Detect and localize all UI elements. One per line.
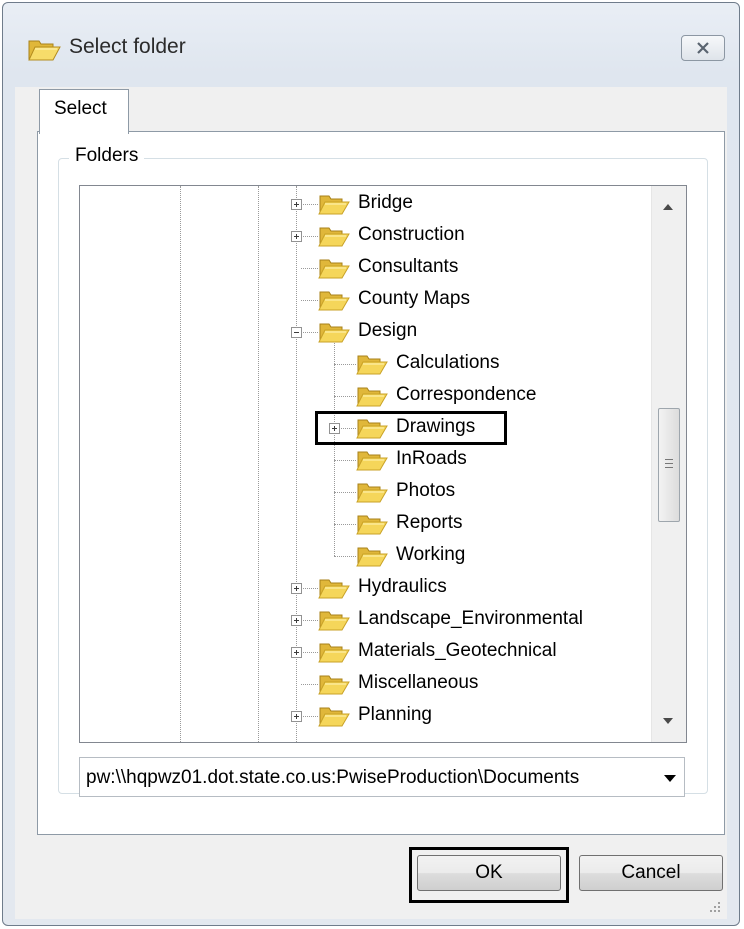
resize-grip-icon[interactable] [709, 901, 721, 913]
tree-item-label[interactable]: Bridge [358, 192, 413, 214]
tree-scrollbar[interactable] [651, 186, 686, 742]
folders-group: Folders Bridge Construction Consultants Cou… [58, 145, 708, 797]
tree-item-label[interactable]: Working [396, 544, 465, 566]
tree-guide-line [258, 186, 259, 742]
tree-guide-line [301, 332, 318, 333]
scroll-up-arrow-icon[interactable] [663, 204, 673, 210]
folder-icon [318, 704, 350, 728]
tree-item-label[interactable]: Reports [396, 512, 463, 534]
ok-button[interactable]: OK [417, 855, 561, 891]
tab-panel: Folders Bridge Construction Consultants Cou… [37, 131, 725, 835]
tree-item-label[interactable]: Correspondence [396, 384, 536, 406]
tab-select-label: Select [54, 98, 107, 119]
tab-select[interactable]: Select [39, 89, 129, 134]
folder-path-value: pw:\\hqpwz01.dot.state.co.us:PwiseProduc… [86, 767, 580, 788]
title-bar[interactable]: Select folder [3, 3, 739, 87]
folder-icon [318, 320, 350, 344]
expand-plus-icon[interactable] [291, 615, 302, 626]
tree-item-label[interactable]: Landscape_Environmental [358, 608, 583, 630]
tree-guide-line [301, 716, 318, 717]
folder-icon [356, 512, 388, 536]
tree-guide-line [301, 684, 318, 685]
collapse-minus-icon[interactable] [291, 327, 302, 338]
tree-guide-line [180, 186, 181, 742]
tree-guide-line [334, 492, 356, 493]
expand-plus-icon[interactable] [291, 231, 302, 242]
tree-guide-line [301, 268, 318, 269]
cancel-button[interactable]: Cancel [579, 855, 723, 891]
close-icon [697, 42, 709, 54]
folders-legend: Folders [69, 145, 145, 167]
folder-icon [356, 448, 388, 472]
tree-item-label[interactable]: Consultants [358, 256, 458, 278]
dialog-body: Select Folders Bridge Construction Consult… [15, 87, 727, 919]
folder-path-combobox[interactable]: pw:\\hqpwz01.dot.state.co.us:PwiseProduc… [79, 757, 685, 797]
folder-icon [318, 192, 350, 216]
tree-guide-line [334, 556, 356, 557]
grip-line [665, 467, 673, 468]
grip-line [665, 463, 673, 464]
expand-plus-icon[interactable] [291, 711, 302, 722]
expand-plus-icon[interactable] [291, 647, 302, 658]
grip-line [665, 459, 673, 460]
folder-icon [318, 288, 350, 312]
folder-icon [318, 576, 350, 600]
folder-icon [318, 256, 350, 280]
tree-guide-line [301, 204, 318, 205]
tree-guide-line [334, 524, 356, 525]
expand-plus-icon[interactable] [291, 583, 302, 594]
tree-item-label[interactable]: Miscellaneous [358, 672, 478, 694]
tree-item-label[interactable]: Planning [358, 704, 432, 726]
select-folder-dialog: Select folder Select Folders Bridge Const… [2, 2, 740, 926]
close-button[interactable] [681, 35, 725, 61]
tree-item-label[interactable]: Hydraulics [358, 576, 447, 598]
folder-tree[interactable]: Bridge Construction Consultants County Maps… [79, 185, 687, 743]
tree-guide-line [301, 300, 318, 301]
folder-icon [356, 544, 388, 568]
tree-guide-line [334, 364, 356, 365]
tree-guide-line [301, 620, 318, 621]
folder-icon [356, 352, 388, 376]
tree-item-label[interactable]: Design [358, 320, 417, 342]
tree-item-label[interactable]: Calculations [396, 352, 500, 374]
folder-icon [28, 40, 61, 61]
tree-item-label[interactable]: County Maps [358, 288, 470, 310]
dropdown-arrow-icon[interactable] [664, 775, 676, 782]
folder-icon [356, 384, 388, 408]
tree-guide-line [334, 396, 356, 397]
folder-icon [318, 608, 350, 632]
window-title: Select folder [69, 35, 186, 58]
drawings-highlight-box [315, 411, 507, 445]
tree-guide-line [296, 186, 297, 742]
expand-plus-icon[interactable] [291, 199, 302, 210]
tree-guide-line [301, 588, 318, 589]
tree-item-label[interactable]: Materials_Geotechnical [358, 640, 557, 662]
tree-guide-line [301, 236, 318, 237]
tree-item-label[interactable]: Photos [396, 480, 455, 502]
folder-icon [356, 480, 388, 504]
folder-icon [318, 640, 350, 664]
tree-item-label[interactable]: Construction [358, 224, 465, 246]
scroll-thumb[interactable] [658, 408, 680, 522]
tree-guide-line [301, 652, 318, 653]
folder-icon [318, 224, 350, 248]
tree-guide-line [334, 460, 356, 461]
scroll-down-arrow-icon[interactable] [663, 718, 673, 724]
folder-icon [318, 672, 350, 696]
tree-item-label[interactable]: InRoads [396, 448, 467, 470]
